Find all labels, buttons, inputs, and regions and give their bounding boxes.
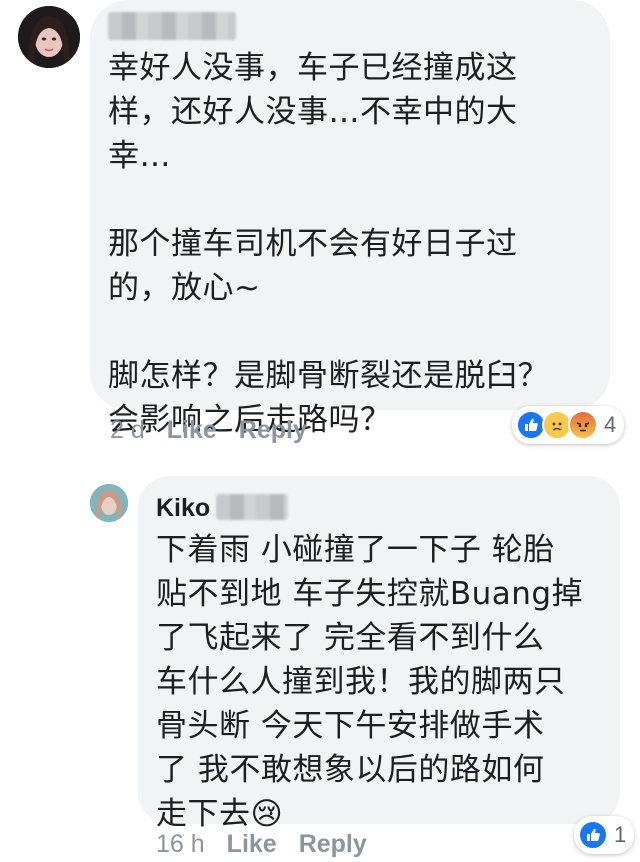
reply-timestamp[interactable]: 16 h xyxy=(156,830,205,859)
like-button[interactable]: Like xyxy=(227,830,277,859)
reply-button[interactable]: Reply xyxy=(299,830,367,859)
comment-meta: 2 d Like Reply xyxy=(110,416,329,445)
like-icon xyxy=(578,820,608,850)
reply-author-name-redacted xyxy=(216,494,288,520)
reaction-count: 4 xyxy=(604,412,617,437)
reply-text: 下着雨 小碰撞了一下子 轮胎 贴不到地 车子失控就Buang掉 了飞起来了 完全… xyxy=(156,532,584,832)
reaction-summary[interactable]: 4 xyxy=(512,406,625,444)
like-button[interactable]: Like xyxy=(167,416,217,445)
reaction-count: 1 xyxy=(614,822,627,847)
profile-photo-icon xyxy=(90,484,128,522)
reply-author-name[interactable]: Kiko xyxy=(156,494,210,523)
comment-timestamp[interactable]: 2 d xyxy=(110,416,145,445)
reply-author-avatar[interactable] xyxy=(90,484,128,522)
reply-bubble: Kiko 下着雨 小碰撞了一下子 轮胎 贴不到地 车子失控就Buang掉 了飞起… xyxy=(138,476,620,832)
angry-icon xyxy=(568,410,598,440)
profile-photo-icon xyxy=(18,6,80,68)
comment-bubble: 幸好人没事，车子已经撞成这 样，还好人没事…不幸中的大 幸… 那个撞车司机不会有… xyxy=(90,0,610,438)
comment-text: 幸好人没事，车子已经撞成这 样，还好人没事…不幸中的大 幸… 那个撞车司机不会有… xyxy=(108,50,549,438)
reply-reaction-summary[interactable]: 1 xyxy=(574,816,635,854)
commenter-name-redacted[interactable] xyxy=(108,12,236,40)
reply-button[interactable]: Reply xyxy=(239,416,307,445)
commenter-avatar[interactable] xyxy=(18,6,80,68)
reply-meta: 16 h Like Reply xyxy=(156,830,389,859)
